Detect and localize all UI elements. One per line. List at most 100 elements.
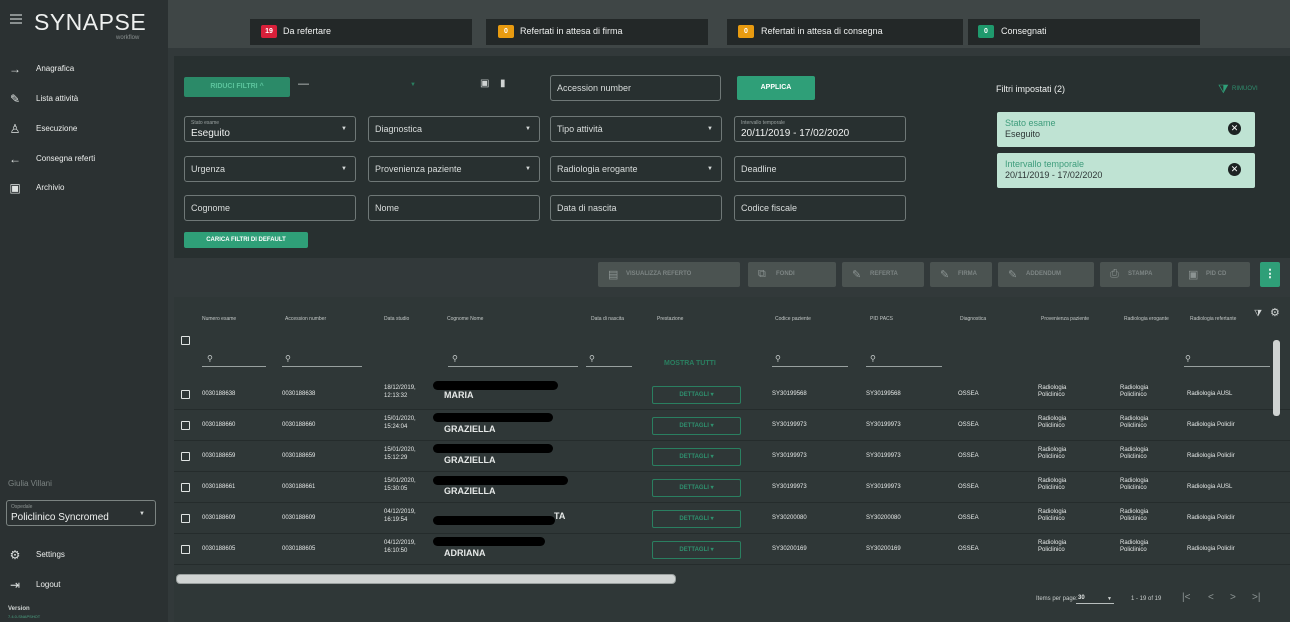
status-attesa-consegna[interactable]: 0 Refertati in attesa di consegna [727,19,963,45]
caret-down-icon: ▼ [341,166,347,172]
search-icon[interactable]: ⚲ [870,354,876,363]
column-header-diagnostica[interactable]: Diagnostica [960,316,986,322]
row-checkbox[interactable] [181,390,190,399]
details-button[interactable]: DETTAGLI ▾ [652,510,741,528]
row-checkbox[interactable] [181,421,190,430]
cell-time: 15:30:05 [384,486,408,492]
sidebar-item-lista-attivita[interactable]: ✎ Lista attività [0,90,168,110]
table-row[interactable]: 0030188659 0030188659 15/01/2020, 15:12:… [174,441,1290,472]
column-header-data-nascita[interactable]: Data di nascita [591,316,624,322]
table-row[interactable]: 0030188660 0030188660 15/01/2020, 15:24:… [174,410,1290,441]
save-filter-icon[interactable]: ▣ [480,78,489,89]
status-consegnati[interactable]: 0 Consegnati [968,19,1200,45]
merge-button[interactable]: ⧉ FONDI [748,262,836,287]
menu-icon[interactable] [10,14,22,24]
settings-button[interactable]: ⚙ Settings [0,546,168,564]
column-header-radiologia-refertante[interactable]: Radiologia refertante [1190,316,1236,322]
hospital-select[interactable]: Ospedale Policlinico Syncromed ▼ [6,500,156,526]
clear-filters-label[interactable]: RIMUOVI [1232,86,1258,92]
tipo-attivita-select[interactable]: Tipo attività ▼ [550,116,722,142]
sign-button[interactable]: ✎ FIRMA [930,262,992,287]
first-page-icon[interactable]: |< [1182,592,1190,603]
search-icon[interactable]: ⚲ [775,354,781,363]
details-button[interactable]: DETTAGLI ▾ [652,541,741,559]
sidebar-item-esecuzione[interactable]: ♙ Esecuzione [0,120,168,140]
codice-fiscale-input[interactable]: Codice fiscale [734,195,906,221]
redacted-name-bar [433,444,553,453]
data-nascita-input[interactable]: Data di nascita [550,195,722,221]
show-all-button[interactable]: MOSTRA TUTTI [664,360,716,367]
search-icon[interactable]: ⚲ [1185,354,1191,363]
column-header-pid-pacs[interactable]: PID PACS [870,316,893,322]
clear-filter-icon[interactable]: ⧩ [1218,82,1229,97]
search-icon[interactable]: ⚲ [207,354,213,363]
row-checkbox[interactable] [181,452,190,461]
select-all-checkbox[interactable] [181,336,190,345]
deadline-input[interactable]: Deadline [734,156,906,182]
status-count-badge: 19 [261,25,277,38]
status-da-refertare[interactable]: 19 Da refertare [250,19,472,45]
search-icon[interactable]: ⚲ [285,354,291,363]
filter-preset-dash[interactable]: — [298,78,309,90]
column-header-radiologia-erogante[interactable]: Radiologia erogante [1124,316,1169,322]
reduce-filters-button[interactable]: RIDUCI FILTRI ^ [184,77,290,97]
view-report-button[interactable]: ▤ VISUALIZZA REFERTO [598,262,740,287]
table-row[interactable]: 0030188609 0030188609 04/12/2019, 16:19:… [174,503,1290,534]
apply-button[interactable]: APPLICA [737,76,815,100]
table-row[interactable]: 0030188605 0030188605 04/12/2019, 16:10:… [174,534,1290,565]
report-button[interactable]: ✎ REFERTA [842,262,924,287]
more-options-icon[interactable]: ⋮ [1260,262,1280,287]
column-header-cognome-nome[interactable]: Cognome Nome [447,316,483,322]
details-button[interactable]: DETTAGLI ▾ [652,417,741,435]
sidebar-item-consegna-referti[interactable]: ← Consegna referti [0,150,168,170]
logout-button[interactable]: ⇥ Logout [0,576,168,594]
stato-esame-select[interactable]: Stato esame Eseguito ▼ [184,116,356,142]
details-button[interactable]: DETTAGLI ▾ [652,448,741,466]
arrow-left-icon: ← [9,152,21,166]
row-checkbox[interactable] [181,545,190,554]
row-checkbox[interactable] [181,483,190,492]
provenienza-paziente-select[interactable]: Provenienza paziente ▼ [368,156,540,182]
column-header-numero-esame[interactable]: Numero esame [202,316,236,322]
provenienza-label: Provenienza paziente [375,164,462,174]
diagnostica-select[interactable]: Diagnostica ▼ [368,116,540,142]
accession-number-input[interactable]: Accession number [550,75,721,101]
column-header-accession[interactable]: Accession number [285,316,326,322]
status-attesa-firma[interactable]: 0 Refertati in attesa di firma [486,19,708,45]
close-icon[interactable]: ✕ [1228,122,1241,135]
print-button[interactable]: ⎙ STAMPA [1100,262,1172,287]
vertical-scrollbar[interactable] [1273,340,1280,416]
intervallo-temporale-input[interactable]: Intervallo temporale 20/11/2019 - 17/02/… [734,116,906,142]
items-per-page-select[interactable]: 30 ▼ [1076,592,1114,604]
last-page-icon[interactable]: >| [1252,592,1260,603]
preset-caret-icon[interactable]: ▼ [410,82,416,88]
previous-page-icon[interactable]: < [1208,592,1214,603]
cognome-input[interactable]: Cognome [184,195,356,221]
row-checkbox[interactable] [181,514,190,523]
sidebar-item-anagrafica[interactable]: → Anagrafica [0,60,168,80]
column-header-provenienza[interactable]: Provenienza paziente [1041,316,1089,322]
horizontal-scrollbar[interactable] [176,574,676,584]
nome-input[interactable]: Nome [368,195,540,221]
search-icon[interactable]: ⚲ [589,354,595,363]
clear-column-filter-icon[interactable]: ⧩ [1254,308,1262,319]
column-header-data-studio[interactable]: Data studio [384,316,409,322]
load-default-filters-button[interactable]: CARICA FILTRI DI DEFAULT [184,232,308,248]
radiologia-erogante-select[interactable]: Radiologia erogante ▼ [550,156,722,182]
table-row[interactable]: 0030188661 0030188661 15/01/2020, 15:30:… [174,472,1290,503]
table-row[interactable]: 0030188638 0030188638 18/12/2019, 12:13:… [174,379,1290,410]
addendum-button[interactable]: ✎ ADDENDUM [998,262,1094,287]
column-header-codice-paziente[interactable]: Codice paziente [775,316,811,322]
urgenza-select[interactable]: Urgenza ▼ [184,156,356,182]
search-icon[interactable]: ⚲ [452,354,458,363]
gear-icon[interactable]: ⚙ [1270,306,1280,319]
details-button[interactable]: DETTAGLI ▾ [652,479,741,497]
details-button[interactable]: DETTAGLI ▾ [652,386,741,404]
close-icon[interactable]: ✕ [1228,163,1241,176]
delete-filter-icon[interactable]: ▮ [500,78,506,89]
sidebar-item-archivio[interactable]: ▣ Archivio [0,179,168,199]
next-page-icon[interactable]: > [1230,592,1236,603]
cell-date: 15/01/2020, [384,416,416,422]
column-header-prestazione[interactable]: Prestazione [657,316,683,322]
pid-cd-button[interactable]: ▣ PID CD [1178,262,1250,287]
